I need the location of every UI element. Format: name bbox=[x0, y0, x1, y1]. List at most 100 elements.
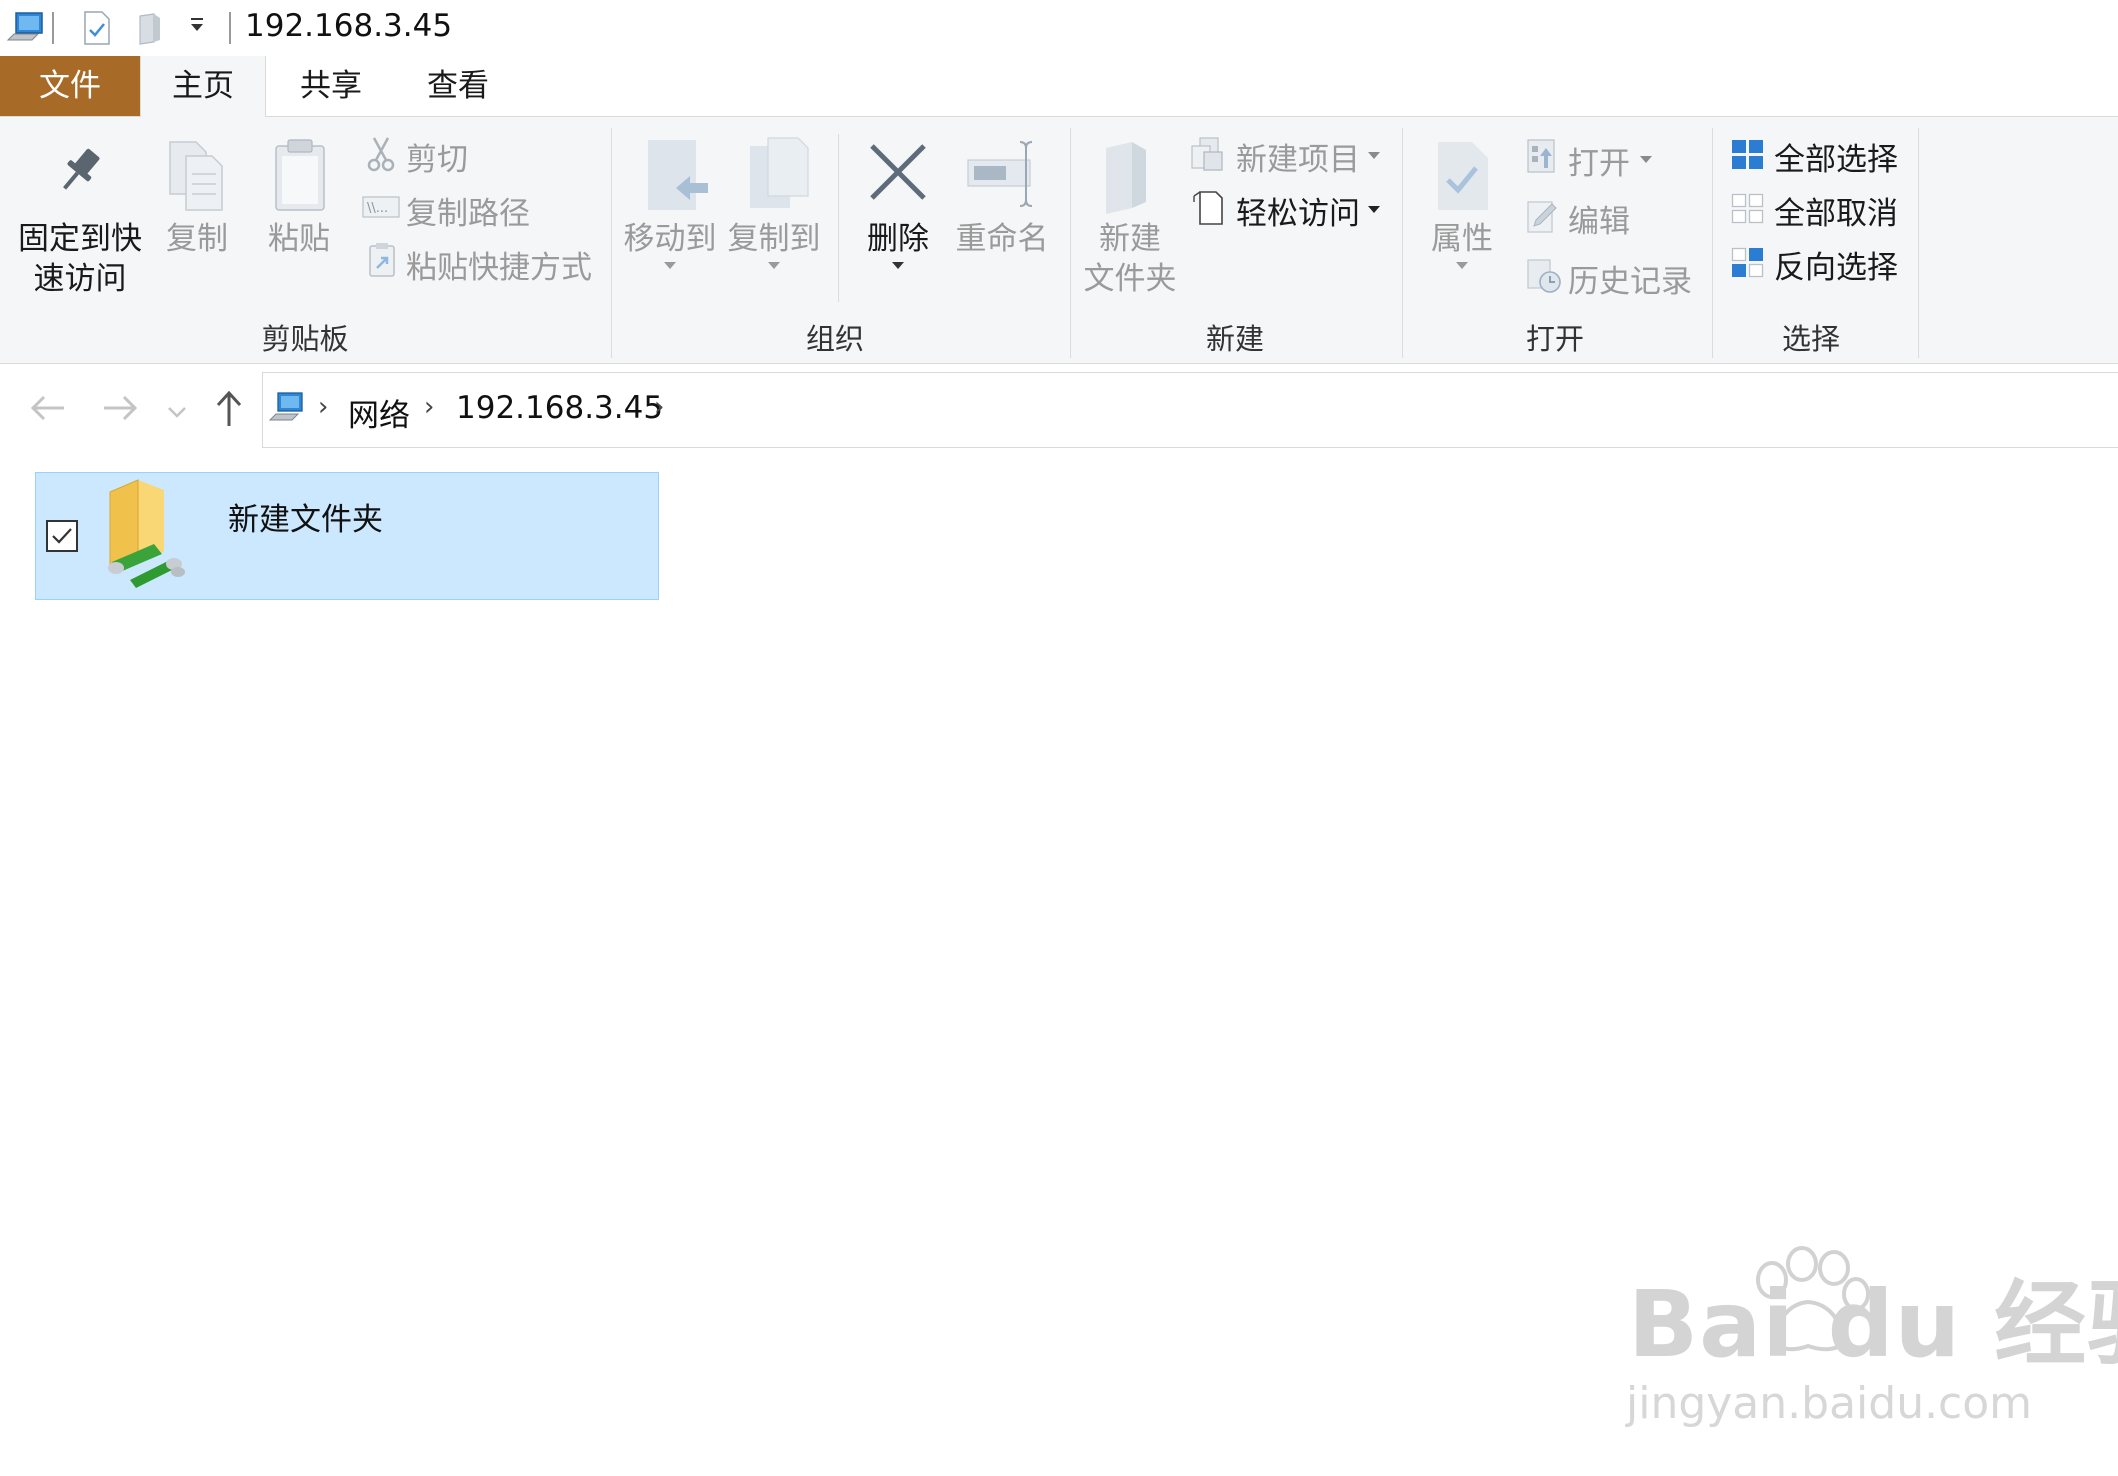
select-all-label: 全部选择 bbox=[1774, 142, 1898, 178]
copy-icon bbox=[166, 138, 230, 218]
paste-shortcut-label: 粘贴快捷方式 bbox=[406, 250, 592, 286]
file-item-name: 新建文件夹 bbox=[228, 502, 383, 538]
copy-to-button[interactable]: 复制到 bbox=[724, 136, 824, 276]
select-group-label: 选择 bbox=[1781, 322, 1840, 356]
copy-path-button[interactable]: \\... 复制路径 bbox=[362, 188, 542, 232]
pin-label-line2: 速访问 bbox=[33, 261, 127, 297]
copy-path-label: 复制路径 bbox=[406, 196, 530, 232]
tab-file[interactable]: 文件 bbox=[0, 56, 140, 116]
properties-label: 属性 bbox=[1431, 221, 1493, 257]
easy-access-button[interactable]: 轻松访问 bbox=[1190, 188, 1390, 232]
properties-button[interactable]: 属性 bbox=[1412, 136, 1512, 276]
new-folder-icon[interactable] bbox=[136, 12, 166, 50]
breadcrumb-network[interactable]: 网络 bbox=[348, 390, 410, 435]
cut-button[interactable]: 剪切 bbox=[362, 134, 482, 178]
easy-access-label: 轻松访问 bbox=[1236, 196, 1360, 232]
invert-selection-button[interactable]: 反向选择 bbox=[1728, 242, 1908, 286]
customize-quick-access-icon[interactable] bbox=[188, 16, 206, 40]
back-arrow-icon[interactable] bbox=[28, 390, 68, 435]
properties-icon[interactable] bbox=[82, 10, 112, 50]
open-dropdown-icon bbox=[1640, 156, 1652, 163]
delete-button[interactable]: 删除 bbox=[850, 136, 946, 276]
tab-view[interactable]: 查看 bbox=[398, 56, 518, 116]
rename-button[interactable]: 重命名 bbox=[950, 136, 1054, 266]
edit-pencil-icon bbox=[1526, 198, 1560, 238]
select-none-icon bbox=[1730, 192, 1766, 230]
pin-label-line1: 固定到快 bbox=[18, 221, 142, 257]
title-bar: 192.168.3.45 bbox=[0, 0, 2118, 56]
rename-icon bbox=[964, 140, 1044, 214]
organize-group-label: 组织 bbox=[805, 322, 864, 356]
paste-shortcut-icon bbox=[368, 242, 396, 282]
group-divider bbox=[1402, 128, 1403, 358]
window-title: 192.168.3.45 bbox=[245, 8, 453, 44]
delete-dropdown-icon bbox=[892, 262, 904, 269]
copy-button[interactable]: 复制 bbox=[160, 136, 234, 266]
select-none-label: 全部取消 bbox=[1774, 196, 1898, 232]
forward-arrow-icon[interactable] bbox=[100, 390, 140, 435]
new-group-label: 新建 bbox=[1205, 322, 1264, 356]
copy-label: 复制 bbox=[166, 221, 228, 257]
new-folder-large-icon bbox=[1102, 140, 1158, 220]
new-item-icon bbox=[1190, 136, 1226, 176]
new-folder-button[interactable]: 新建 文件夹 bbox=[1080, 136, 1180, 306]
tab-share[interactable]: 共享 bbox=[264, 56, 398, 116]
delete-x-icon bbox=[868, 142, 928, 206]
edit-label: 编辑 bbox=[1568, 204, 1630, 240]
tab-home[interactable]: 主页 bbox=[140, 56, 266, 117]
network-folder-icon bbox=[92, 476, 200, 598]
paste-icon bbox=[270, 138, 330, 218]
new-item-button[interactable]: 新建项目 bbox=[1190, 134, 1390, 178]
breadcrumb-separator-icon[interactable]: › bbox=[424, 392, 434, 422]
paste-button[interactable]: 粘贴 bbox=[262, 136, 336, 266]
clipboard-group-label: 剪贴板 bbox=[261, 322, 349, 356]
breadcrumb-separator-icon[interactable]: › bbox=[318, 392, 328, 422]
open-icon bbox=[1526, 138, 1560, 178]
breadcrumb-host[interactable]: 192.168.3.45 bbox=[456, 390, 663, 426]
open-group-label: 打开 bbox=[1525, 322, 1584, 356]
group-divider bbox=[1070, 128, 1071, 358]
move-to-button[interactable]: 移动到 bbox=[620, 136, 720, 276]
recent-locations-chevron-icon[interactable] bbox=[164, 394, 190, 434]
easy-access-icon bbox=[1192, 188, 1226, 230]
move-to-label: 移动到 bbox=[623, 221, 717, 257]
properties-large-icon bbox=[1434, 138, 1492, 218]
history-button[interactable]: 历史记录 bbox=[1524, 256, 1704, 300]
select-all-icon bbox=[1730, 138, 1766, 176]
copy-to-label: 复制到 bbox=[727, 221, 821, 257]
scissors-icon bbox=[366, 136, 396, 176]
group-divider bbox=[1712, 128, 1713, 358]
item-checkbox[interactable] bbox=[46, 520, 78, 552]
open-button[interactable]: 打开 bbox=[1524, 136, 1664, 182]
new-item-dropdown-icon bbox=[1368, 152, 1380, 159]
easy-access-dropdown-icon bbox=[1368, 206, 1380, 213]
rename-label: 重命名 bbox=[955, 221, 1049, 257]
new-folder-label-line1: 新建 bbox=[1099, 221, 1161, 257]
copy-to-dropdown-icon bbox=[768, 262, 780, 269]
open-label: 打开 bbox=[1568, 146, 1630, 182]
history-label: 历史记录 bbox=[1568, 264, 1692, 300]
move-to-icon bbox=[642, 138, 712, 218]
group-divider bbox=[611, 128, 612, 358]
up-arrow-icon[interactable] bbox=[212, 388, 246, 437]
copy-path-icon: \\... bbox=[362, 194, 400, 224]
paste-label: 粘贴 bbox=[268, 221, 330, 257]
history-icon bbox=[1526, 258, 1562, 298]
watermark-url: jingyan.baidu.com bbox=[1626, 1378, 2033, 1429]
pin-icon bbox=[52, 142, 108, 202]
invert-selection-label: 反向选择 bbox=[1774, 250, 1898, 286]
paste-shortcut-button[interactable]: 粘贴快捷方式 bbox=[362, 242, 592, 286]
network-computer-icon[interactable] bbox=[6, 10, 46, 50]
select-all-button[interactable]: 全部选择 bbox=[1728, 134, 1908, 178]
delete-label: 删除 bbox=[867, 221, 929, 257]
new-item-label: 新建项目 bbox=[1236, 142, 1360, 178]
network-location-icon bbox=[268, 390, 306, 430]
new-folder-label-line2: 文件夹 bbox=[1083, 261, 1177, 297]
cut-label: 剪切 bbox=[406, 142, 468, 178]
edit-button[interactable]: 编辑 bbox=[1524, 196, 1664, 240]
breadcrumb-separator-icon[interactable]: › bbox=[654, 392, 664, 422]
select-none-button[interactable]: 全部取消 bbox=[1728, 188, 1908, 232]
group-divider bbox=[1918, 128, 1919, 358]
pin-to-quick-access-button[interactable]: 固定到快 速访问 bbox=[12, 136, 148, 306]
move-to-dropdown-icon bbox=[664, 262, 676, 269]
